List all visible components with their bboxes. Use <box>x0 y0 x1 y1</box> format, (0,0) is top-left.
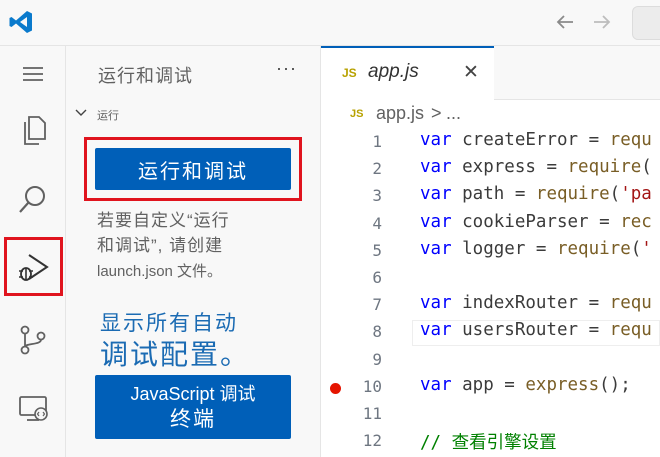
run-and-debug-button[interactable]: 运行和调试 <box>95 148 291 190</box>
arrow-left-icon[interactable] <box>553 10 577 34</box>
section-title[interactable]: 运行 <box>97 107 119 123</box>
code-function: requ <box>609 293 652 314</box>
code-function: require <box>535 184 610 205</box>
code-function: require <box>567 157 642 178</box>
breadcrumb-separator: > <box>431 103 442 123</box>
code-keyword: var <box>420 130 452 150</box>
code-identifier: express <box>451 157 536 178</box>
code-function: express <box>525 374 600 395</box>
code-identifier: cookieParser <box>451 211 589 232</box>
menu-button[interactable] <box>0 46 65 102</box>
arrow-right-icon[interactable] <box>590 10 614 34</box>
code-line[interactable]: var cookieParser = rec <box>420 212 652 232</box>
code-keyword: var <box>420 374 452 395</box>
close-icon[interactable]: ✕ <box>463 61 479 84</box>
show-all-configs-link-line2[interactable]: 调试配置。 <box>100 333 250 373</box>
code-line[interactable]: var path = require('pa <box>420 184 652 204</box>
breadcrumb-file[interactable]: app.js <box>376 103 424 124</box>
chevron-down-icon[interactable] <box>74 106 88 120</box>
code-function: requ <box>609 130 652 150</box>
code-line[interactable]: var app = express(); <box>420 375 631 395</box>
hamburger-menu-icon <box>22 67 43 81</box>
code-identifier: indexRouter <box>451 293 579 314</box>
js-button-line2: 终端 <box>170 408 216 431</box>
code-keyword: var <box>420 157 452 178</box>
launch-hint-text: 若要自定义“运行 和调试”, 请创建 <box>97 208 297 258</box>
code-operator: = <box>504 184 536 205</box>
line-number: 2 <box>372 159 382 179</box>
code-identifier: app <box>451 374 494 395</box>
source-control-icon <box>20 325 45 355</box>
code-line[interactable]: // 查看引擎设置 <box>420 429 557 454</box>
code-tail: ( <box>609 184 621 205</box>
code-function: rec <box>620 211 652 232</box>
code-operator: = <box>578 320 610 341</box>
code-operator: = <box>578 130 610 150</box>
command-center[interactable] <box>632 6 660 40</box>
remote-explorer-icon <box>18 396 48 421</box>
hint-line-2: 和调试”, 请创建 <box>97 236 224 255</box>
explorer-button[interactable] <box>0 102 65 158</box>
code-line[interactable]: var logger = require(' <box>420 239 652 259</box>
breadcrumb-more[interactable]: ... <box>446 103 461 124</box>
code-function: requ <box>609 320 652 341</box>
source-control-button[interactable] <box>0 312 65 368</box>
code-line[interactable]: var express = require( <box>420 157 652 177</box>
line-number: 10 <box>362 376 382 396</box>
code-operator: = <box>535 157 568 178</box>
line-number: 9 <box>372 349 382 369</box>
line-number: 8 <box>372 322 382 342</box>
sidebar-title: 运行和调试 <box>98 66 193 86</box>
code-keyword: var <box>420 320 452 341</box>
js-button-line1: JavaScript 调试 <box>130 384 256 404</box>
line-number: 12 <box>362 431 382 451</box>
run-debug-icon <box>18 254 49 281</box>
code-keyword: var <box>420 184 452 205</box>
code-operator: = <box>493 374 526 395</box>
code-function: require <box>556 238 631 259</box>
line-number: 7 <box>372 295 382 315</box>
vscode-logo-icon <box>9 11 32 33</box>
line-number: 5 <box>372 240 382 260</box>
search-button[interactable] <box>0 172 65 228</box>
code-string: 'pa <box>620 184 652 205</box>
code-operator: = <box>578 293 610 314</box>
code-line[interactable]: var usersRouter = requ <box>420 320 652 340</box>
hint-line-1: 若要自定义“运行 <box>97 211 230 230</box>
code-line[interactable]: var createError = requ <box>420 130 652 150</box>
line-number: 1 <box>372 132 382 151</box>
breadcrumb-js-icon: JS <box>350 108 364 120</box>
run-debug-button[interactable] <box>0 239 65 295</box>
code-keyword: var <box>420 211 452 232</box>
code-string: ' <box>641 238 652 259</box>
files-icon <box>23 116 46 145</box>
code-operator: = <box>525 238 557 259</box>
code-keyword: var <box>420 293 452 314</box>
code-identifier: path <box>451 184 505 205</box>
line-number: 3 <box>372 186 382 206</box>
create-launch-json-link[interactable]: launch.json 文件。 <box>97 260 222 281</box>
line-number: 6 <box>372 268 382 287</box>
code-tail: (); <box>599 374 631 395</box>
line-number: 4 <box>372 213 382 233</box>
code-tail: ( <box>630 238 642 259</box>
code-comment: // 查看引擎设置 <box>420 433 557 454</box>
search-icon <box>18 186 45 213</box>
code-identifier: usersRouter <box>451 320 579 341</box>
js-file-icon: JS <box>342 66 357 80</box>
more-actions-icon[interactable]: ··· <box>276 58 297 79</box>
code-identifier: logger <box>451 238 526 259</box>
javascript-debug-terminal-button[interactable]: JavaScript 调试 终端 <box>95 375 291 439</box>
code-tail: ( <box>641 157 652 178</box>
code-identifier: createError <box>451 130 579 150</box>
code-line[interactable]: var indexRouter = requ <box>420 293 652 313</box>
tab-label[interactable]: app.js <box>368 61 419 83</box>
code-keyword: var <box>420 238 452 259</box>
code-operator: = <box>588 211 621 232</box>
remote-explorer-button[interactable] <box>0 380 65 436</box>
line-number: 11 <box>362 404 382 423</box>
